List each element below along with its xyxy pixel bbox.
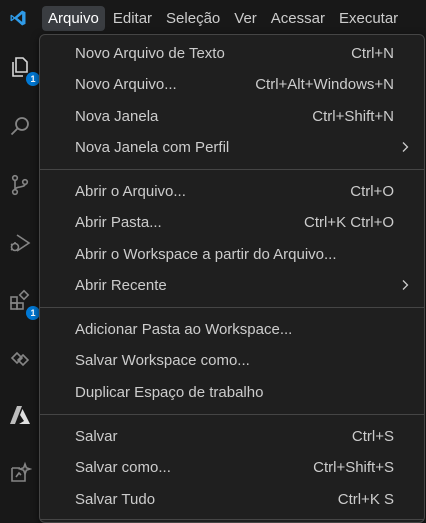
remote-explorer-button[interactable] xyxy=(0,336,40,382)
menu-item-duplicar-workspace[interactable]: Duplicar Espaço de trabalho xyxy=(40,377,424,408)
menu-separator xyxy=(40,169,424,170)
menu-arquivo[interactable]: Arquivo xyxy=(42,5,105,31)
menu-item-label: Nova Janela xyxy=(75,108,159,125)
menu-item-shortcut: Ctrl+S xyxy=(351,428,394,445)
menu-item-abrir-recente[interactable]: Abrir Recente xyxy=(40,270,424,301)
menu-item-abrir-arquivo[interactable]: Abrir o Arquivo... Ctrl+O xyxy=(40,176,424,207)
menu-bar: Arquivo Editar Seleção Ver Acessar Execu… xyxy=(0,0,426,36)
azure-icon xyxy=(10,406,30,424)
menu-item-shortcut: Ctrl+Shift+S xyxy=(313,459,394,476)
menu-separator xyxy=(40,414,424,415)
explorer-button[interactable]: 1 xyxy=(0,44,40,90)
menu-executar[interactable]: Executar xyxy=(333,6,404,31)
menu-item-label: Salvar Tudo xyxy=(75,491,156,508)
menu-item-abrir-pasta[interactable]: Abrir Pasta... Ctrl+K Ctrl+O xyxy=(40,207,424,238)
menu-item-shortcut: Ctrl+Alt+Windows+N xyxy=(255,76,394,93)
menu-item-nova-janela-perfil[interactable]: Nova Janela com Perfil xyxy=(40,132,424,163)
menu-item-shortcut: Ctrl+K Ctrl+O xyxy=(303,214,394,231)
menu-item-label: Nova Janela com Perfil xyxy=(75,139,230,156)
menu-item-label: Salvar como... xyxy=(75,459,171,476)
menu-item-label: Novo Arquivo de Texto xyxy=(75,45,225,62)
menu-item-label: Salvar xyxy=(75,428,118,445)
extensions-badge: 1 xyxy=(26,306,40,320)
menu-item-shortcut: Ctrl+O xyxy=(350,183,394,200)
menu-item-abrir-workspace[interactable]: Abrir o Workspace a partir do Arquivo... xyxy=(40,239,424,270)
search-button[interactable] xyxy=(0,103,40,149)
menu-item-novo-arquivo[interactable]: Novo Arquivo... Ctrl+Alt+Windows+N xyxy=(40,69,424,100)
menu-selecao[interactable]: Seleção xyxy=(160,6,226,31)
menu-item-salvar-como[interactable]: Salvar como... Ctrl+Shift+S xyxy=(40,452,424,483)
vscode-logo-icon[interactable] xyxy=(0,0,36,36)
menu-item-salvar-workspace[interactable]: Salvar Workspace como... xyxy=(40,345,424,376)
menu-item-novo-arquivo-texto[interactable]: Novo Arquivo de Texto Ctrl+N xyxy=(40,38,424,69)
menu-item-shortcut: Ctrl+N xyxy=(351,45,394,62)
menu-item-shortcut: Ctrl+K S xyxy=(337,491,394,508)
menu-item-label: Abrir o Arquivo... xyxy=(75,183,186,200)
menu-item-label: Abrir o Workspace a partir do Arquivo... xyxy=(75,246,337,263)
menu-acessar[interactable]: Acessar xyxy=(265,6,331,31)
menu-item-label: Salvar Workspace como... xyxy=(75,352,250,369)
link-chain-icon xyxy=(10,351,30,367)
menu-item-label: Adicionar Pasta ao Workspace... xyxy=(75,321,293,338)
file-menu-dropdown: Novo Arquivo de Texto Ctrl+N Novo Arquiv… xyxy=(39,34,425,523)
copilot-chat-button[interactable] xyxy=(0,450,40,496)
menu-item-salvar[interactable]: Salvar Ctrl+S xyxy=(40,421,424,452)
source-control-button[interactable] xyxy=(0,162,40,208)
menu-item-label: Duplicar Espaço de trabalho xyxy=(75,384,264,401)
menu-item-label: Abrir Recente xyxy=(75,277,167,294)
explorer-badge: 1 xyxy=(26,72,40,86)
menu-ver[interactable]: Ver xyxy=(228,6,263,31)
menu-item-nova-janela[interactable]: Nova Janela Ctrl+Shift+N xyxy=(40,101,424,132)
run-debug-icon xyxy=(10,234,31,252)
menu-item-salvar-tudo[interactable]: Salvar Tudo Ctrl+K S xyxy=(40,484,424,515)
activity-bar: 1 1 xyxy=(0,36,40,523)
menu-editar[interactable]: Editar xyxy=(107,6,158,31)
chevron-right-icon xyxy=(402,142,409,152)
sparkle-chat-icon xyxy=(11,461,32,482)
run-debug-button[interactable] xyxy=(0,220,40,266)
chevron-right-icon xyxy=(402,280,409,290)
menu-item-label: Abrir Pasta... xyxy=(75,214,162,231)
search-icon xyxy=(10,117,29,136)
azure-button[interactable] xyxy=(0,392,40,438)
source-control-icon xyxy=(11,174,29,196)
menu-separator xyxy=(40,519,424,520)
menu-item-adicionar-pasta[interactable]: Adicionar Pasta ao Workspace... xyxy=(40,314,424,345)
menu-item-shortcut: Ctrl+Shift+N xyxy=(312,108,394,125)
extensions-button[interactable]: 1 xyxy=(0,278,40,324)
menu-item-label: Novo Arquivo... xyxy=(75,76,177,93)
menu-separator xyxy=(40,307,424,308)
